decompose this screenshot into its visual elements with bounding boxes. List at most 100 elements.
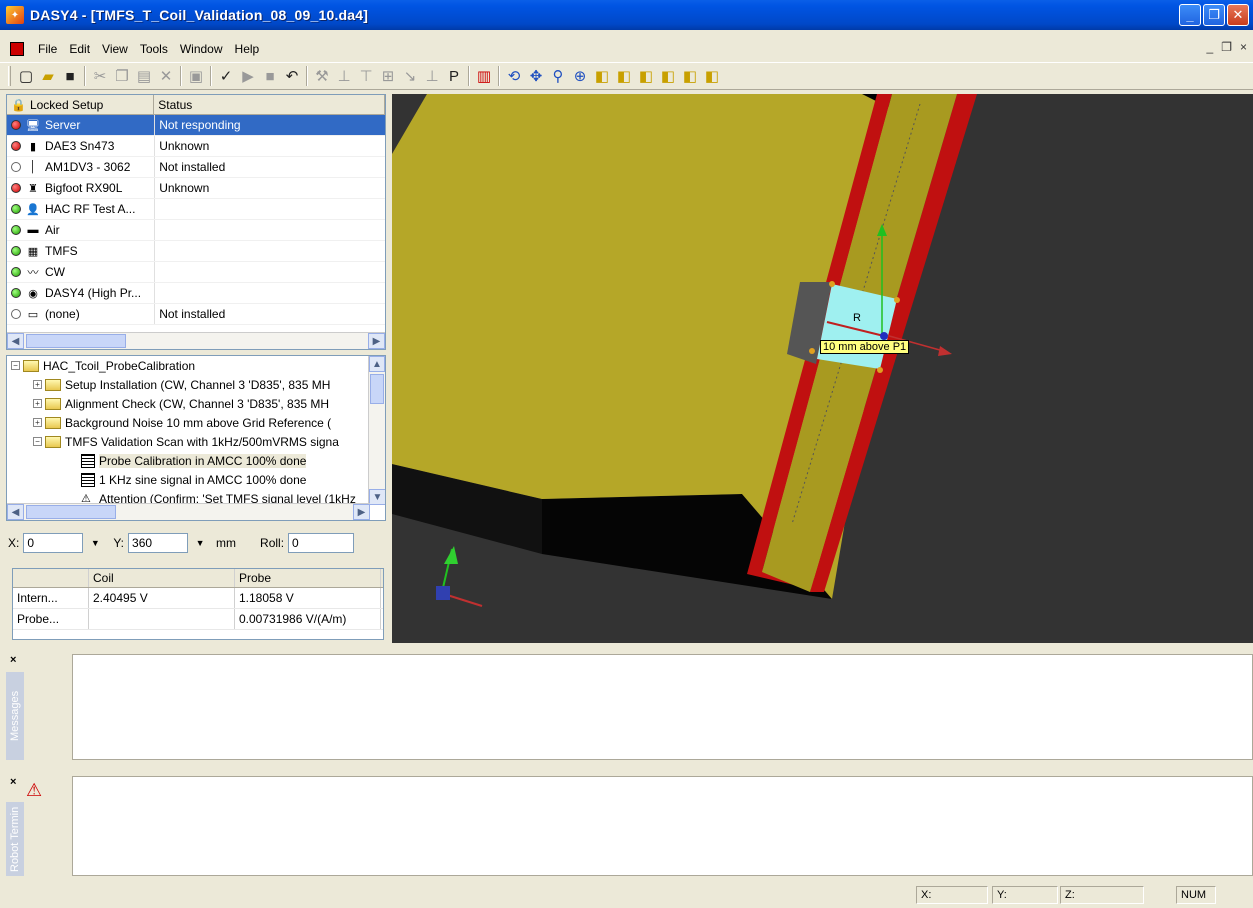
column-header-probe[interactable]: Probe (235, 569, 381, 587)
toolbar-grip[interactable] (8, 66, 11, 86)
rotate-view-icon[interactable]: ⟲ (503, 65, 525, 87)
view-left-icon[interactable]: ◧ (635, 65, 657, 87)
zoom-icon[interactable]: ⚲ (547, 65, 569, 87)
table-row[interactable]: Probe... 0.00731986 V/(A/m) (13, 609, 383, 630)
close-icon[interactable]: × (10, 654, 16, 666)
column-header-setup[interactable]: 🔒 Locked Setup (7, 95, 155, 114)
stop-icon[interactable]: ■ (259, 65, 281, 87)
open-folder-icon[interactable]: ▰ (37, 65, 59, 87)
expand-icon[interactable]: + (33, 418, 42, 427)
menu-view[interactable]: View (96, 42, 134, 56)
collapse-icon[interactable]: − (33, 437, 42, 446)
setup-row[interactable]: 🖥 Server Not responding (7, 115, 385, 136)
menu-edit[interactable]: Edit (63, 42, 96, 56)
document-icon[interactable] (10, 42, 24, 56)
roll-input[interactable]: 0 (288, 533, 355, 553)
setup-row[interactable]: ▭ (none) Not installed (7, 304, 385, 325)
scroll-down-button[interactable]: ▼ (369, 489, 385, 505)
menu-help[interactable]: Help (229, 42, 266, 56)
collapse-icon[interactable]: − (11, 361, 20, 370)
color-scale-icon[interactable]: ▥ (473, 65, 495, 87)
x-dropdown-icon[interactable]: ▼ (87, 534, 103, 552)
view-front-icon[interactable]: ◧ (591, 65, 613, 87)
parking-icon[interactable]: P (443, 65, 465, 87)
cut-icon[interactable]: ✂ (89, 65, 111, 87)
scroll-thumb[interactable] (26, 334, 126, 348)
save-icon[interactable]: ■ (59, 65, 81, 87)
setup-row[interactable]: │ AM1DV3 - 3062 Not installed (7, 157, 385, 178)
setup-horizontal-scrollbar[interactable]: ◀ ▶ (7, 332, 385, 349)
y-dropdown-icon[interactable]: ▼ (192, 534, 208, 552)
mdi-close-button[interactable]: × (1240, 40, 1247, 54)
column-header-coil[interactable]: Coil (89, 569, 235, 587)
setup-row[interactable]: 〰 CW (7, 262, 385, 283)
scroll-right-button[interactable]: ▶ (353, 504, 370, 520)
mdi-restore-button[interactable]: ❐ (1221, 40, 1232, 54)
undo-move-icon[interactable]: ↶ (281, 65, 303, 87)
setup-row[interactable]: 👤 HAC RF Test A... (7, 199, 385, 220)
run-icon[interactable]: ▶ (237, 65, 259, 87)
messages-area[interactable] (72, 654, 1253, 760)
robot-grid-icon[interactable]: ⊞ (377, 65, 399, 87)
scroll-right-button[interactable]: ▶ (368, 333, 385, 349)
minimize-button[interactable]: _ (1179, 4, 1201, 26)
view-back-icon[interactable]: ◧ (613, 65, 635, 87)
copy-icon[interactable]: ❐ (111, 65, 133, 87)
setup-row[interactable]: ▮ DAE3 Sn473 Unknown (7, 136, 385, 157)
mdi-minimize-button[interactable]: _ (1207, 40, 1214, 54)
tree-horizontal-scrollbar[interactable]: ◀ ▶ (7, 503, 370, 520)
messages-tab[interactable]: Messages (6, 672, 24, 760)
robot-terminal-tab[interactable]: Robot Termin (6, 802, 24, 876)
view-right-icon[interactable]: ◧ (657, 65, 679, 87)
tree-item[interactable]: Probe Calibration in AMCC 100% done (7, 451, 385, 470)
tree-item[interactable]: 1 KHz sine signal in AMCC 100% done (7, 470, 385, 489)
scroll-thumb[interactable] (26, 505, 116, 519)
close-button[interactable]: ✕ (1227, 4, 1249, 26)
dasy-app-icon[interactable]: ✦ (6, 6, 24, 24)
tree-item[interactable]: + Setup Installation (CW, Channel 3 'D835… (7, 375, 385, 394)
y-input[interactable]: 360 (128, 533, 189, 553)
view-bottom-icon[interactable]: ◧ (701, 65, 723, 87)
maximize-button[interactable]: ❐ (1203, 4, 1225, 26)
table-row[interactable]: Intern... 2.40495 V 1.18058 V (13, 588, 383, 609)
menu-file[interactable]: File (32, 42, 63, 56)
menu-window[interactable]: Window (174, 42, 229, 56)
tree-vertical-scrollbar[interactable]: ▲ ▼ (368, 356, 385, 505)
tree-root[interactable]: − HAC_Tcoil_ProbeCalibration (7, 356, 385, 375)
column-header-status[interactable]: Status (154, 95, 385, 114)
check-icon[interactable]: ✓ (215, 65, 237, 87)
x-input[interactable]: 0 (23, 533, 84, 553)
view-top-icon[interactable]: ◧ (679, 65, 701, 87)
tree-item[interactable]: + Background Noise 10 mm above Grid Refer… (7, 413, 385, 432)
menu-tools[interactable]: Tools (134, 42, 174, 56)
robot-up-icon[interactable]: ⊤ (355, 65, 377, 87)
properties-icon[interactable]: ▣ (185, 65, 207, 87)
paste-icon[interactable]: ▤ (133, 65, 155, 87)
tree-item[interactable]: + Alignment Check (CW, Channel 3 'D835', … (7, 394, 385, 413)
setup-row[interactable]: ▬ Air (7, 220, 385, 241)
setup-row[interactable]: ♜ Bigfoot RX90L Unknown (7, 178, 385, 199)
setup-row[interactable]: ▦ TMFS (7, 241, 385, 262)
scroll-thumb[interactable] (370, 374, 384, 404)
pan-view-icon[interactable]: ✥ (525, 65, 547, 87)
setup-row[interactable]: ◉ DASY4 (High Pr... (7, 283, 385, 304)
robot-down-icon[interactable]: ↘ (399, 65, 421, 87)
scroll-up-button[interactable]: ▲ (369, 356, 385, 372)
3d-viewport[interactable]: R 10 mm above P1 (392, 94, 1253, 643)
robot-terminal-area[interactable] (72, 776, 1253, 876)
new-file-icon[interactable]: ▢ (15, 65, 37, 87)
expand-icon[interactable]: + (33, 380, 42, 389)
expand-icon[interactable]: + (33, 399, 42, 408)
close-icon[interactable]: × (10, 776, 16, 788)
robot-step-icon[interactable]: ⊥ (333, 65, 355, 87)
phantom-icon: 👤 (26, 203, 40, 216)
robot-terminal-icon[interactable]: ⚠ (26, 780, 42, 801)
tree-item[interactable]: − TMFS Validation Scan with 1kHz/500mVRMS… (7, 432, 385, 451)
robot-move-icon[interactable]: ⚒ (311, 65, 333, 87)
column-header-blank[interactable] (13, 569, 89, 587)
delete-icon[interactable]: ✕ (155, 65, 177, 87)
zoom-fit-icon[interactable]: ⊕ (569, 65, 591, 87)
robot-home-icon[interactable]: ⊥ (421, 65, 443, 87)
scroll-left-button[interactable]: ◀ (7, 504, 24, 520)
scroll-left-button[interactable]: ◀ (7, 333, 24, 349)
